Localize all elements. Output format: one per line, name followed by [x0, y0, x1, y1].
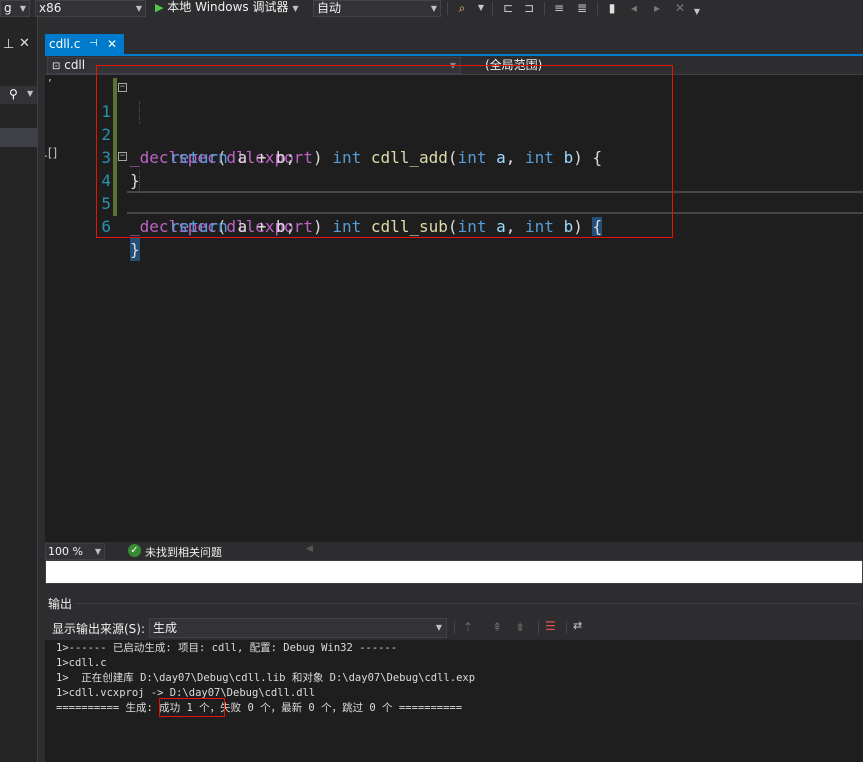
output-line: 1>------ 已启动生成: 项目: cdll, 配置: Debug Win3…	[56, 642, 398, 654]
prev-message-icon[interactable]: ⇞	[492, 620, 502, 634]
configuration-dropdown[interactable]: g ▼	[0, 0, 30, 17]
tab-label: cdll.c	[49, 37, 81, 51]
chevron-down-icon: ▼	[292, 4, 299, 13]
zoom-value: 100 %	[48, 545, 83, 558]
chevron-down-icon: ▼	[430, 4, 437, 13]
prev-bookmark-icon[interactable]: ◂	[627, 1, 641, 15]
start-debugging-button[interactable]: ▶ 本地 Windows 调试器 ▼	[155, 0, 298, 17]
toolbar-separator	[454, 621, 455, 634]
output-title: 输出	[48, 597, 73, 611]
word-wrap-icon[interactable]: ⇄	[573, 619, 582, 632]
toolbar-separator	[492, 2, 493, 15]
file-icon: ⊡	[52, 61, 61, 72]
platform-value: x86	[39, 1, 62, 15]
output-line: 1>cdll.c	[56, 657, 107, 669]
toolbar-separator	[566, 621, 567, 634]
brace-match: }	[130, 238, 140, 261]
output-panel-header: 输出	[45, 594, 863, 614]
next-message-icon[interactable]: ⇟	[515, 620, 525, 634]
step-over-icon[interactable]: ⊐	[522, 1, 536, 15]
auto-value: 自动	[317, 1, 342, 15]
toolbar-separator	[447, 2, 448, 15]
pin-icon[interactable]: ⊣	[89, 34, 98, 54]
chevron-down-icon: ▼	[19, 4, 26, 13]
margin-mark: .[]	[44, 146, 58, 160]
find-icon[interactable]: ⌕	[455, 1, 469, 15]
check-icon: ✓	[128, 544, 141, 557]
chevron-down-icon: ▼	[94, 547, 101, 556]
code-editor[interactable]: 1 − _declspec(dllexport) int cdll_add(in…	[63, 65, 863, 542]
main-toolbar: g ▼ x86 ▼ ▶ 本地 Windows 调试器 ▼ 自动 ▼ ⌕ ▼ ⊏ …	[0, 0, 863, 17]
configuration-value: g	[4, 1, 12, 15]
bookmark-icon[interactable]: ▮	[605, 1, 619, 15]
clear-bookmarks-icon[interactable]: ✕	[673, 1, 687, 15]
tab-cdll-c[interactable]: cdll.c ⊣ ✕	[45, 34, 124, 54]
uncomment-icon[interactable]: ≣	[575, 1, 589, 15]
header-grip	[75, 603, 860, 604]
play-icon: ▶	[155, 1, 164, 14]
file-scope-value: cdll	[64, 58, 86, 72]
chevron-down-icon: ▼	[135, 4, 142, 13]
comment-icon[interactable]: ≡	[552, 1, 566, 15]
output-source-value: 生成	[153, 621, 178, 635]
close-icon[interactable]: ✕	[107, 34, 117, 54]
find-results-box[interactable]	[45, 560, 863, 584]
search-icon: ⚲	[9, 87, 18, 101]
margin-mark: ’	[48, 77, 52, 91]
next-bookmark-icon[interactable]: ▸	[650, 1, 664, 15]
toolbar-separator	[544, 2, 545, 15]
output-text-area[interactable]: 1>------ 已启动生成: 项目: cdll, 配置: Debug Win3…	[45, 640, 863, 762]
annotation-box	[159, 698, 225, 717]
output-line: ========== 生成: 成功 1 个，失败 0 个，最新 0 个，跳过 0…	[56, 702, 463, 714]
editor-status-bar: 100 % ▼ ✓ 未找到相关问题 ◀	[45, 543, 863, 560]
output-source-dropdown[interactable]: 生成 ▼	[149, 618, 447, 638]
chevron-down-icon: ▼	[27, 89, 34, 98]
editor-left-margin: ’ .[]	[44, 75, 63, 542]
chevron-down-icon: ▼	[435, 623, 442, 632]
solution-config-dropdown[interactable]: 自动 ▼	[313, 0, 441, 17]
chevron-down-icon[interactable]: ▼	[474, 1, 488, 15]
output-line: 1> 正在创建库 D:\day07\Debug\cdll.lib 和对象 D:\…	[56, 672, 476, 684]
platform-dropdown[interactable]: x86 ▼	[35, 0, 146, 17]
toolbar-separator	[597, 2, 598, 15]
annotation-box	[96, 65, 673, 238]
issues-status-label[interactable]: 未找到相关问题	[145, 544, 222, 560]
start-debugging-label: 本地 Windows 调试器	[167, 0, 289, 14]
chevron-down-icon[interactable]: ▼	[690, 5, 704, 19]
toolbar-separator	[538, 621, 539, 634]
goto-error-icon[interactable]: ⇡	[463, 620, 473, 634]
search-box[interactable]: ⚲ ▼	[0, 86, 37, 104]
clear-all-icon[interactable]: ☰	[545, 619, 556, 633]
close-icon[interactable]: ✕	[19, 36, 30, 51]
step-into-icon[interactable]: ⊏	[501, 1, 515, 15]
scroll-left-icon[interactable]: ◀	[306, 544, 313, 554]
solution-explorer-panel: ⊥ ✕ ⚲ ▼	[0, 17, 38, 762]
output-source-label: 显示输出来源(S):	[52, 622, 146, 636]
pin-icon[interactable]: ⊥	[3, 37, 14, 52]
zoom-dropdown[interactable]: 100 % ▼	[45, 543, 105, 560]
output-toolbar: 显示输出来源(S): 生成 ▼ ⇡ ⇞ ⇟ ☰ ⇄	[45, 616, 863, 640]
tree-item-selected[interactable]	[0, 128, 37, 147]
